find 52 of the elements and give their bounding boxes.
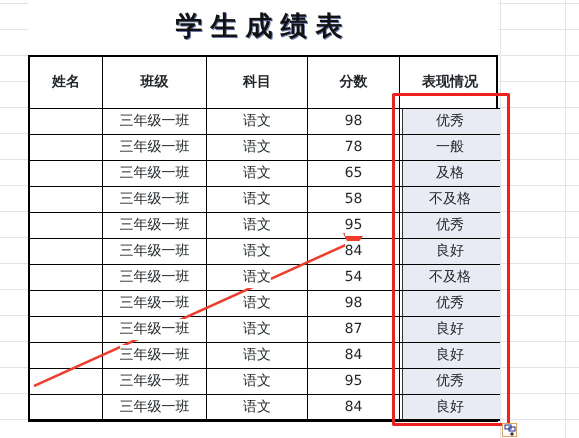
table-cell: 58	[308, 187, 400, 213]
table-cell: 三年级一班	[103, 343, 207, 369]
table-cell: 语文	[207, 239, 308, 265]
table-cell: 优秀	[400, 369, 500, 395]
table-cell: 84	[308, 395, 400, 421]
table-cell: 语文	[207, 187, 308, 213]
table-cell: 良好	[400, 239, 500, 265]
table-cell: 不及格	[400, 187, 500, 213]
table-cell: 65	[308, 161, 400, 187]
table-cell: 三年级一班	[103, 161, 207, 187]
table-cell: 语文	[207, 291, 308, 317]
table-cell: 三年级一班	[103, 395, 207, 421]
table-cell: 一般	[400, 135, 500, 161]
table-cell: 三年级一班	[103, 239, 207, 265]
table-cell: 三年级一班	[103, 369, 207, 395]
table-cell: 语文	[207, 109, 308, 135]
column-header: 科目	[207, 57, 308, 109]
column-header: 班级	[103, 57, 207, 109]
table-cell: 84	[308, 343, 400, 369]
table-cell: 98	[308, 109, 400, 135]
table-cell: 优秀	[400, 291, 500, 317]
table-cell: 良好	[400, 343, 500, 369]
table-cell: 语文	[207, 343, 308, 369]
table-cell: 语文	[207, 161, 308, 187]
table-cell: 语文	[207, 369, 308, 395]
table-cell: 78	[308, 135, 400, 161]
table-cell: 良好	[400, 395, 500, 421]
table-cell: 三年级一班	[103, 265, 207, 291]
table-cell: 54	[308, 265, 400, 291]
table-cell: 三年级一班	[103, 291, 207, 317]
sheet-title: 学生成绩表	[174, 10, 352, 44]
table-cell: 语文	[207, 395, 308, 421]
table-cell: 语文	[207, 317, 308, 343]
table-cell: 语文	[207, 135, 308, 161]
table-cell: 不及格	[400, 265, 500, 291]
table-cell: 三年级一班	[103, 213, 207, 239]
table-cell: 及格	[400, 161, 500, 187]
table-cell: 三年级一班	[103, 187, 207, 213]
table-cell: 三年级一班	[103, 135, 207, 161]
table-cell: 三年级一班	[103, 317, 207, 343]
table-cell: 良好	[400, 317, 500, 343]
table-cell: 三年级一班	[103, 109, 207, 135]
table-cell: 语文	[207, 213, 308, 239]
autofill-options-icon[interactable]	[502, 423, 517, 437]
column-header: 分数	[308, 57, 400, 109]
table-cell: 优秀	[400, 213, 500, 239]
table-cell: 优秀	[400, 109, 500, 135]
column-header: 姓名	[30, 57, 103, 109]
table-cell: 语文	[207, 265, 308, 291]
table-cell: 87	[308, 317, 400, 343]
table-cell: 95	[308, 369, 400, 395]
table-cell: 98	[308, 291, 400, 317]
